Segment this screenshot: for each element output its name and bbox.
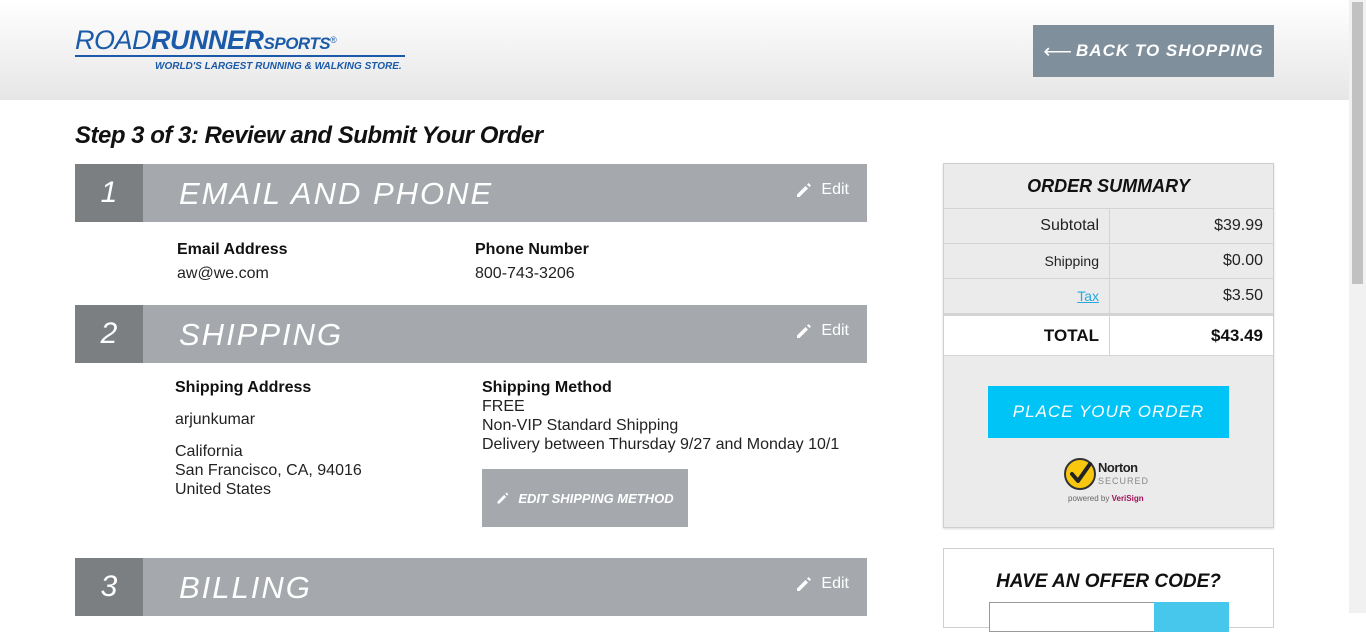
edit-label: Edit bbox=[821, 322, 849, 339]
pencil-icon bbox=[497, 492, 509, 504]
phone-value: 800-743-3206 bbox=[475, 265, 575, 282]
order-summary-title: ORDER SUMMARY bbox=[944, 164, 1273, 209]
edit-email-phone-button[interactable]: Edit bbox=[795, 181, 849, 199]
offer-code-apply-button[interactable] bbox=[1154, 602, 1229, 632]
logo-wordmark: ROADRUNNERSPORTS® bbox=[75, 25, 337, 55]
back-to-shopping-label: BACK TO SHOPPING bbox=[1076, 41, 1264, 60]
edit-shipping-button[interactable]: Edit bbox=[795, 322, 849, 340]
edit-billing-button[interactable]: Edit bbox=[795, 575, 849, 593]
tax-link[interactable]: Tax bbox=[1077, 288, 1099, 304]
section-number: 3 bbox=[75, 558, 143, 616]
norton-secured-badge[interactable]: Norton SECURED powered by VeriSign bbox=[1062, 454, 1157, 504]
section-number: 1 bbox=[75, 164, 143, 222]
section-title: EMAIL AND PHONE bbox=[179, 176, 494, 211]
page-scrollbar[interactable] bbox=[1349, 0, 1366, 613]
order-summary-panel: ORDER SUMMARY Subtotal $39.99 Shipping $… bbox=[943, 163, 1274, 528]
pencil-icon bbox=[797, 577, 812, 591]
edit-label: Edit bbox=[821, 575, 849, 592]
pencil-icon bbox=[797, 324, 812, 338]
back-to-shopping-button[interactable]: ⟵ BACK TO SHOPPING bbox=[1033, 25, 1274, 77]
shipping-name: arjunkumar bbox=[175, 411, 256, 428]
shipping-method-price: FREE bbox=[482, 398, 525, 415]
offer-code-title: HAVE AN OFFER CODE? bbox=[996, 571, 1221, 592]
shipping-address-label: Shipping Address bbox=[175, 379, 312, 396]
section-billing: 3 BILLING Edit bbox=[75, 558, 867, 616]
phone-label: Phone Number bbox=[475, 241, 589, 258]
summary-row-tax: Tax $3.50 bbox=[944, 279, 1273, 314]
norton-check-icon bbox=[1064, 458, 1096, 490]
summary-value: $39.99 bbox=[1214, 217, 1263, 234]
section-number: 2 bbox=[75, 305, 143, 363]
summary-value: $0.00 bbox=[1222, 252, 1263, 269]
total-label: TOTAL bbox=[944, 316, 1110, 355]
summary-row-subtotal: Subtotal $39.99 bbox=[944, 209, 1273, 244]
roadrunner-logo[interactable]: ROADRUNNERSPORTS® WORLD'S LARGEST RUNNIN… bbox=[75, 26, 415, 76]
shipping-country: United States bbox=[175, 481, 272, 498]
logo-underline bbox=[75, 55, 405, 57]
logo-tagline: WORLD'S LARGEST RUNNING & WALKING STORE. bbox=[155, 61, 402, 72]
summary-label: Shipping bbox=[944, 244, 1110, 278]
edit-shipping-method-button[interactable]: EDIT SHIPPING METHOD bbox=[482, 469, 688, 527]
offer-code-input[interactable] bbox=[989, 602, 1155, 632]
norton-name: Norton bbox=[1098, 460, 1138, 475]
back-arrow-icon: ⟵ bbox=[1043, 40, 1074, 63]
summary-row-total: TOTAL $43.49 bbox=[944, 314, 1273, 356]
shipping-delivery-window: Delivery between Thursday 9/27 and Monda… bbox=[482, 436, 840, 453]
section-title: BILLING bbox=[179, 570, 312, 605]
email-label: Email Address bbox=[177, 241, 288, 258]
shipping-method-label: Shipping Method bbox=[482, 379, 612, 396]
place-your-order-button[interactable]: PLACE YOUR ORDER bbox=[988, 386, 1229, 438]
shipping-city-line: San Francisco, CA, 94016 bbox=[175, 462, 362, 479]
summary-row-shipping: Shipping $0.00 bbox=[944, 244, 1273, 279]
summary-value: $3.50 bbox=[1222, 287, 1263, 304]
edit-label: Edit bbox=[821, 181, 849, 198]
email-value: aw@we.com bbox=[177, 265, 269, 282]
edit-shipping-method-label: EDIT SHIPPING METHOD bbox=[518, 490, 674, 506]
total-value: $43.49 bbox=[1211, 325, 1263, 345]
page-title: Step 3 of 3: Review and Submit Your Orde… bbox=[75, 122, 543, 149]
norton-secured-text: SECURED bbox=[1098, 476, 1150, 486]
site-header: ROADRUNNERSPORTS® WORLD'S LARGEST RUNNIN… bbox=[0, 0, 1349, 100]
summary-label: Tax bbox=[944, 279, 1110, 313]
section-shipping: 2 SHIPPING Edit bbox=[75, 305, 867, 363]
offer-code-panel: HAVE AN OFFER CODE? bbox=[943, 548, 1274, 632]
pencil-icon bbox=[797, 183, 812, 197]
scrollbar-thumb[interactable] bbox=[1352, 2, 1363, 284]
section-title: SHIPPING bbox=[179, 317, 344, 352]
summary-label: Subtotal bbox=[944, 209, 1110, 243]
norton-powered-by: powered by VeriSign bbox=[1068, 494, 1144, 503]
shipping-method-name: Non-VIP Standard Shipping bbox=[482, 417, 679, 434]
section-email-phone: 1 EMAIL AND PHONE Edit bbox=[75, 164, 867, 222]
shipping-state: California bbox=[175, 443, 243, 460]
